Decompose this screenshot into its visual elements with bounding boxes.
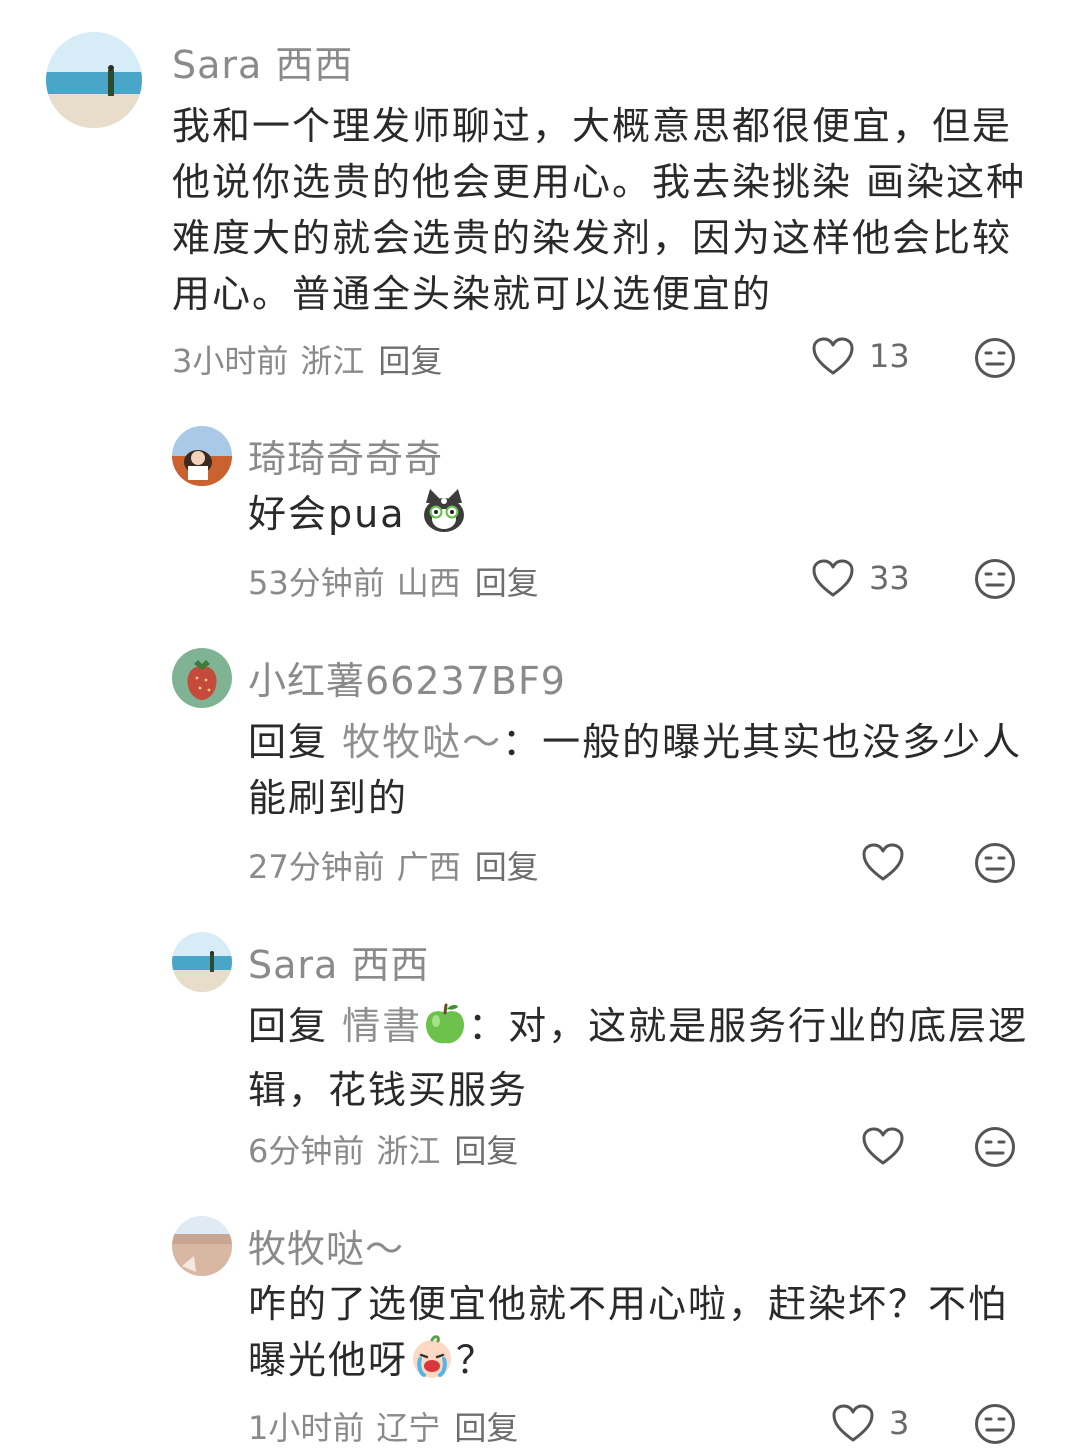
meh-face-icon xyxy=(974,842,1016,884)
avatar[interactable] xyxy=(172,932,232,992)
reply-target-user[interactable]: 情書 xyxy=(342,1004,422,1048)
meh-face-icon xyxy=(974,558,1016,600)
comment-username[interactable]: 小红薯66237BF9 xyxy=(248,650,566,705)
reply-target-user[interactable]: 牧牧哒～ xyxy=(342,720,502,764)
comment-meta: 1小时前 辽宁 回复 xyxy=(248,1403,518,1449)
like-button[interactable] xyxy=(861,842,905,882)
avatar[interactable] xyxy=(172,1216,232,1276)
avatar[interactable] xyxy=(172,648,232,708)
meh-face-icon xyxy=(974,337,1016,379)
comment-location: 辽宁 xyxy=(376,1409,441,1447)
meh-face-icon xyxy=(974,1126,1016,1168)
comment-text: 回复 情書 ：对，这就是服务行业的底层逻辑，花钱买服务 xyxy=(248,998,1048,1118)
comment-time: 6分钟前 xyxy=(248,1132,365,1170)
comment-text-body: 咋的了选便宜他就不用心啦，赶染坏？不怕曝光他呀 xyxy=(248,1282,1009,1382)
dislike-button[interactable] xyxy=(974,337,1016,379)
dislike-button[interactable] xyxy=(974,558,1016,600)
comment-time: 53分钟前 xyxy=(248,564,385,602)
heart-icon xyxy=(811,558,855,598)
heart-icon xyxy=(861,842,905,882)
comment-time: 3小时前 xyxy=(172,342,289,380)
comment-meta: 3小时前 浙江 回复 xyxy=(172,336,442,382)
comment-text-body: 好会pua xyxy=(248,492,406,536)
like-button[interactable]: 33 xyxy=(811,558,910,598)
dislike-button[interactable] xyxy=(974,1126,1016,1168)
reply-button[interactable]: 回复 xyxy=(475,564,539,602)
comment-location: 广西 xyxy=(396,848,461,886)
reply-button[interactable]: 回复 xyxy=(454,1132,518,1170)
comment-time: 27分钟前 xyxy=(248,848,385,886)
comment-text: 咋的了选便宜他就不用心啦，赶染坏？不怕曝光他呀 ？ xyxy=(248,1276,1038,1396)
comment-meta: 27分钟前 广西 回复 xyxy=(248,842,539,888)
cat-face-emoji xyxy=(420,487,468,550)
like-count: 33 xyxy=(869,559,910,597)
like-button[interactable]: 13 xyxy=(811,336,910,376)
comment-meta: 53分钟前 山西 回复 xyxy=(248,558,539,604)
reply-button[interactable]: 回复 xyxy=(378,342,442,380)
dislike-button[interactable] xyxy=(974,842,1016,884)
comment-username[interactable]: 牧牧哒～ xyxy=(248,1218,404,1273)
avatar[interactable] xyxy=(46,32,142,128)
like-count: 13 xyxy=(869,337,910,375)
comment-text: 我和一个理发师聊过，大概意思都很便宜，但是他说你选贵的他会更用心。我去染挑染 画… xyxy=(172,104,1027,316)
comment-text-end: ？ xyxy=(456,1338,497,1382)
comment-username[interactable]: Sara 西西 xyxy=(172,34,353,89)
crying-face-emoji xyxy=(408,1333,456,1396)
comment-location: 浙江 xyxy=(376,1132,441,1170)
comment-username[interactable]: 琦琦奇奇奇 xyxy=(248,428,443,483)
comment-text: 回复 牧牧哒～：一般的曝光其实也没多少人能刷到的 xyxy=(248,714,1038,826)
heart-icon xyxy=(831,1403,875,1443)
like-count: 3 xyxy=(889,1404,910,1442)
meh-face-icon xyxy=(974,1403,1016,1445)
avatar[interactable] xyxy=(172,426,232,486)
comment-meta: 6分钟前 浙江 回复 xyxy=(248,1126,518,1172)
reply-button[interactable]: 回复 xyxy=(454,1409,518,1447)
comment-username[interactable]: Sara 西西 xyxy=(248,934,429,989)
comment-time: 1小时前 xyxy=(248,1409,365,1447)
reply-prefix: 回复 xyxy=(248,720,329,764)
heart-icon xyxy=(811,336,855,376)
heart-icon xyxy=(861,1126,905,1166)
comment-location: 浙江 xyxy=(300,342,365,380)
green-apple-emoji xyxy=(422,1001,468,1062)
reply-prefix: 回复 xyxy=(248,1004,329,1048)
like-button[interactable] xyxy=(861,1126,905,1166)
reply-button[interactable]: 回复 xyxy=(475,848,539,886)
like-button[interactable]: 3 xyxy=(831,1403,909,1443)
comment-location: 山西 xyxy=(396,564,461,602)
dislike-button[interactable] xyxy=(974,1403,1016,1445)
comment-text: 好会pua xyxy=(248,486,1038,550)
